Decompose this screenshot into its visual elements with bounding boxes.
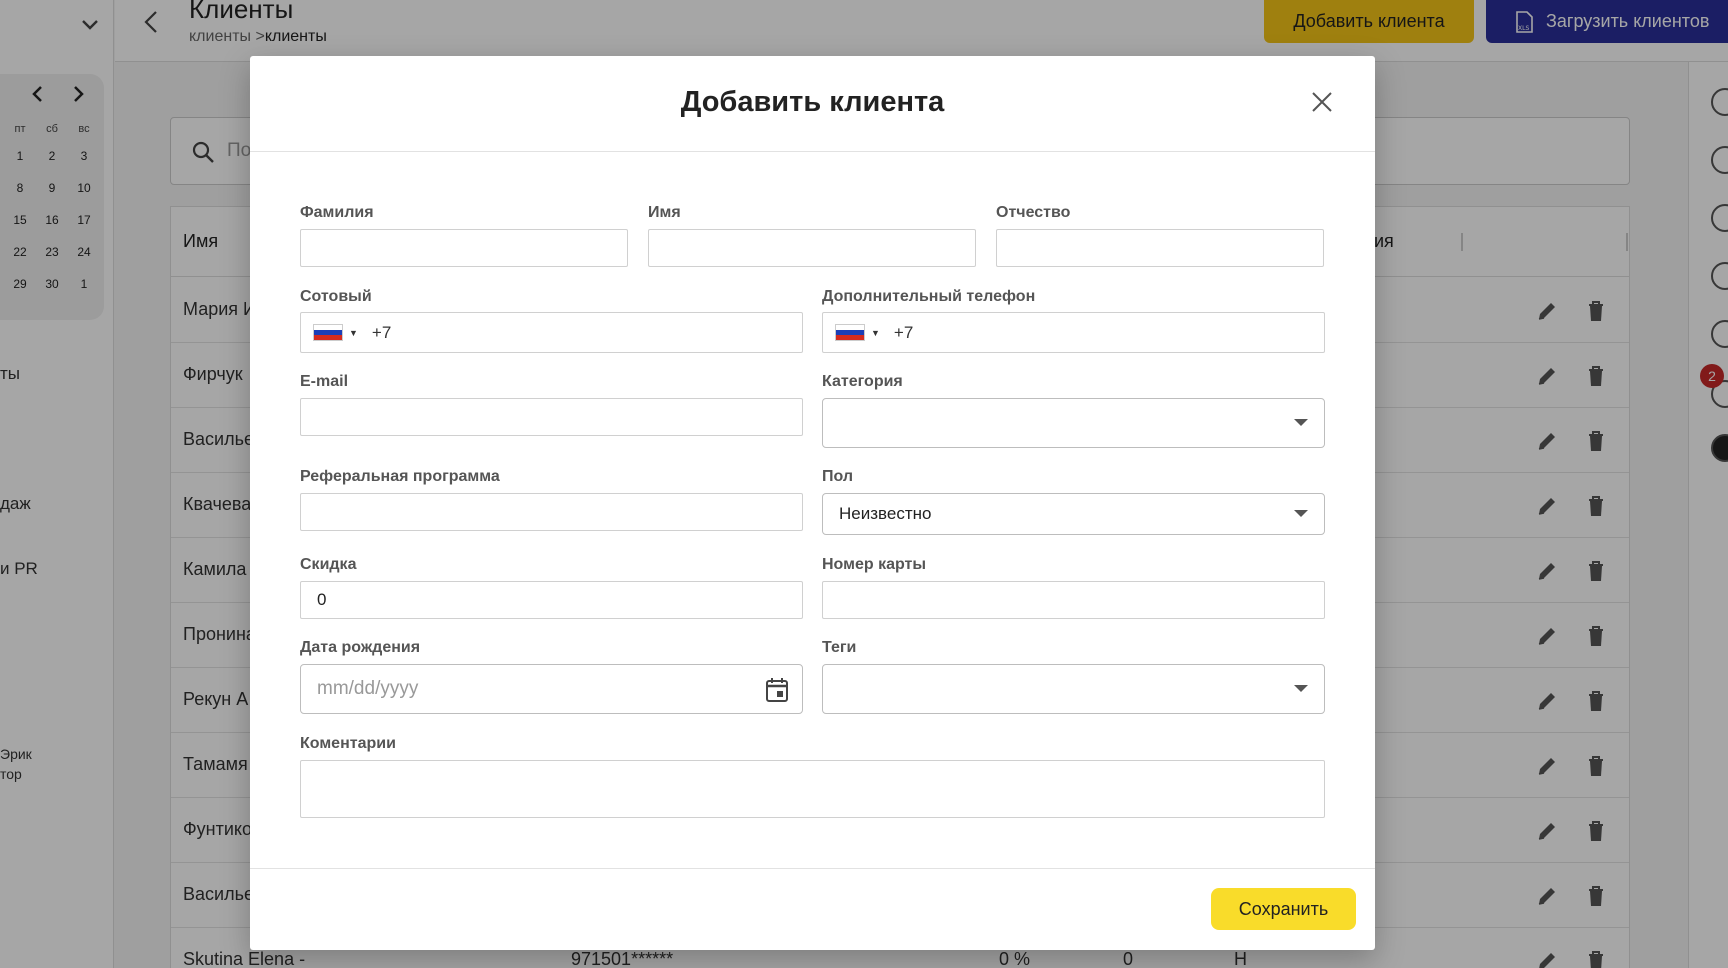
mobile-label: Сотовый (300, 288, 372, 305)
caret-down-icon[interactable]: ▼ (349, 328, 358, 338)
birthdate-field[interactable]: mm/dd/yyyy (300, 664, 803, 714)
gender-value: Неизвестно (839, 504, 932, 523)
first-name-label: Имя (648, 204, 681, 221)
russia-flag-icon[interactable] (835, 324, 865, 341)
extra-phone-country-code: +7 (893, 322, 914, 342)
category-select[interactable] (822, 398, 1325, 448)
close-icon[interactable] (1307, 87, 1337, 117)
comments-label: Коментарии (300, 735, 396, 752)
last-name-field[interactable] (300, 229, 628, 267)
mobile-phone-field[interactable]: ▼ +7 (300, 312, 803, 353)
extra-phone-field[interactable]: ▼ +7 (822, 312, 1325, 353)
last-name-label: Фамилия (300, 204, 374, 221)
dropdown-arrow-icon (1294, 685, 1308, 692)
calendar-icon[interactable] (765, 677, 789, 703)
referral-label: Реферальная программа (300, 468, 500, 485)
referral-field[interactable] (300, 493, 803, 531)
card-number-field[interactable] (822, 581, 1325, 619)
dropdown-arrow-icon (1294, 419, 1308, 426)
dropdown-arrow-icon (1294, 510, 1308, 517)
modal-title: Добавить клиента (680, 86, 945, 118)
discount-label: Скидка (300, 556, 357, 573)
patronymic-label: Отчество (996, 204, 1071, 221)
category-label: Категория (822, 373, 903, 390)
tags-select[interactable] (822, 664, 1325, 714)
extra-phone-label: Дополнительный телефон (822, 288, 1036, 305)
patronymic-field[interactable] (996, 229, 1324, 267)
email-field[interactable] (300, 398, 803, 436)
birthdate-label: Дата рождения (300, 639, 421, 656)
mobile-country-code: +7 (371, 322, 392, 342)
modal-footer-divider (250, 868, 1375, 869)
russia-flag-icon[interactable] (313, 324, 343, 341)
birthdate-placeholder: mm/dd/yyyy (317, 678, 419, 699)
card-number-label: Номер карты (822, 556, 927, 573)
gender-select[interactable]: Неизвестно (822, 493, 1325, 535)
caret-down-icon[interactable]: ▼ (871, 328, 880, 338)
gender-label: Пол (822, 468, 854, 485)
save-button[interactable]: Сохранить (1211, 888, 1356, 930)
discount-field[interactable] (300, 581, 803, 619)
modal-header: Добавить клиента (250, 56, 1375, 152)
first-name-field[interactable] (648, 229, 976, 267)
comments-field[interactable] (300, 760, 1325, 818)
email-label: E-mail (300, 373, 349, 390)
tags-label: Теги (822, 639, 857, 656)
add-client-modal: Добавить клиента Фамилия Имя Отчество Со… (250, 56, 1375, 950)
